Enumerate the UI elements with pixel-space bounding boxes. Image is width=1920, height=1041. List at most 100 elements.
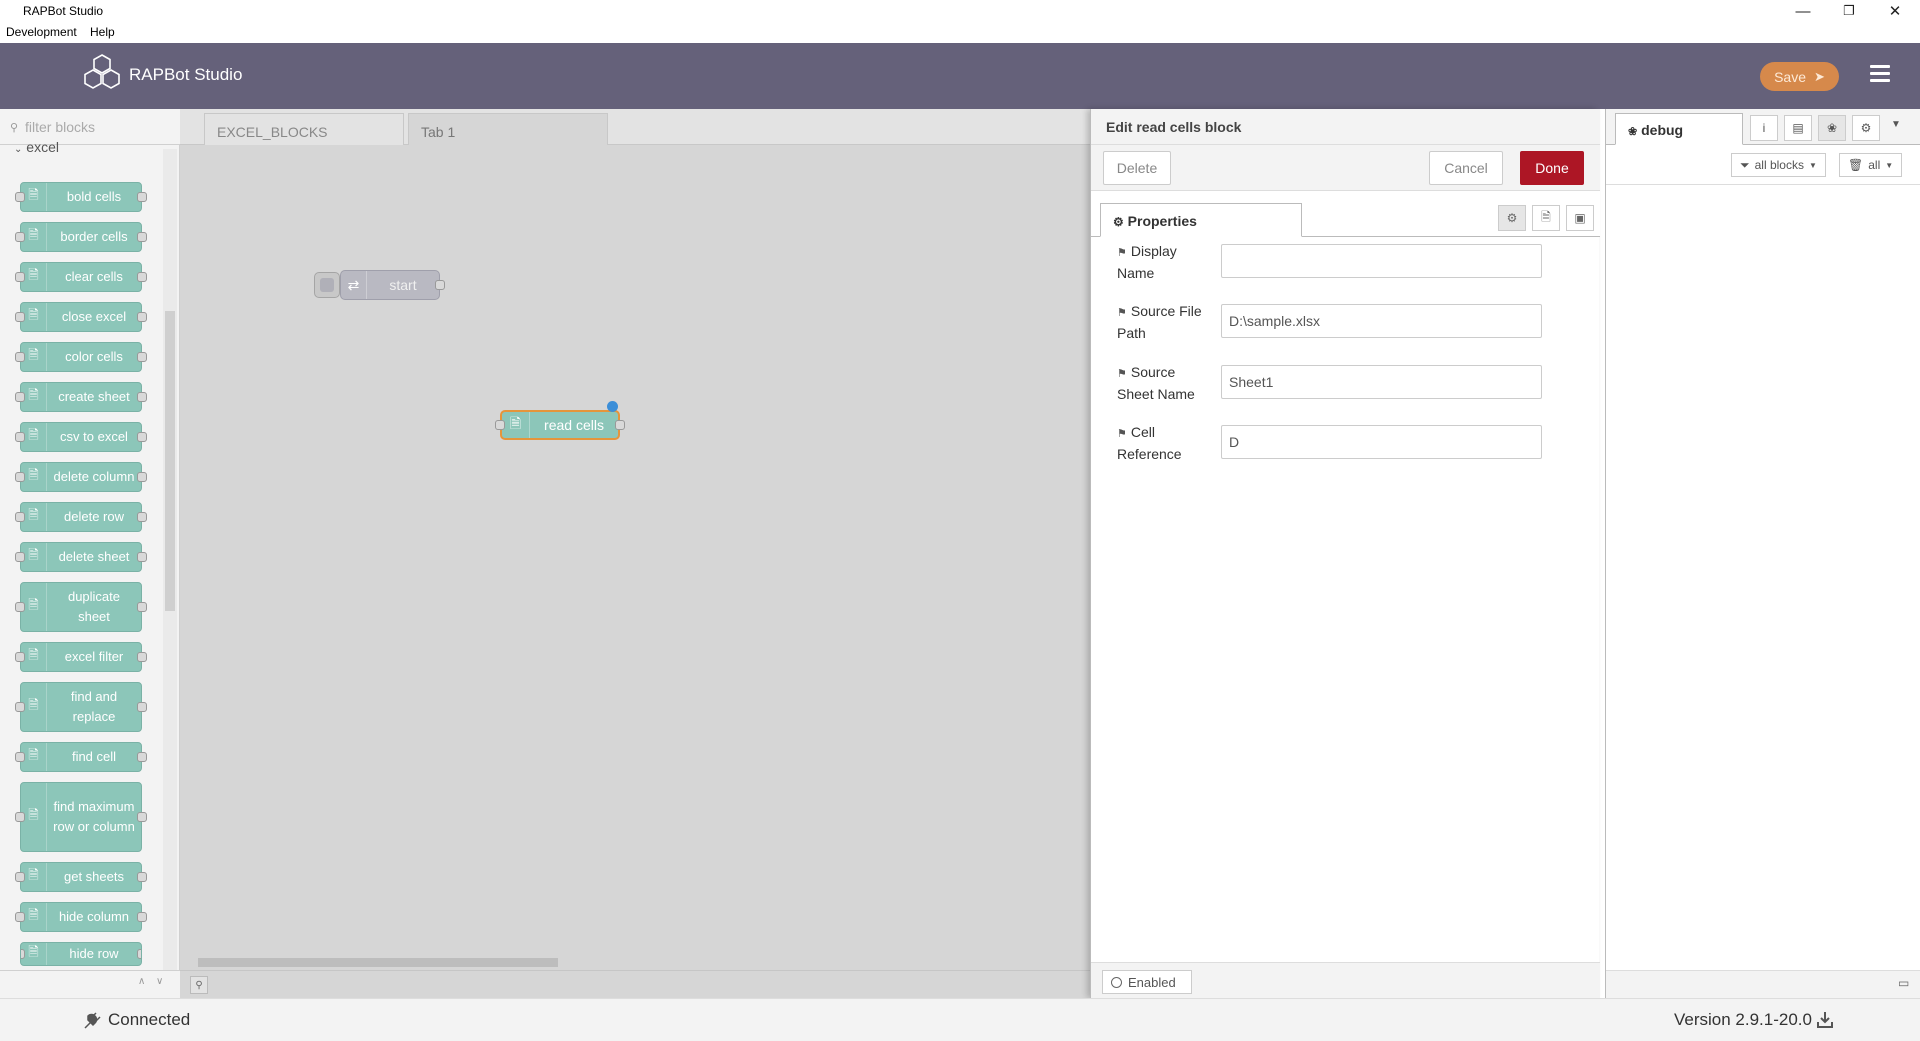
- read-cells-node[interactable]: 🗎 read cells: [495, 410, 625, 440]
- flow-canvas[interactable]: [180, 145, 1090, 963]
- palette-block[interactable]: 🗎 delete column: [15, 462, 147, 492]
- input-port[interactable]: [495, 420, 505, 430]
- properties-tab-button[interactable]: ⚙: [1498, 205, 1526, 231]
- gear-icon: ⚙: [1506, 211, 1518, 225]
- palette-block[interactable]: 🗎 close excel: [15, 302, 147, 332]
- cell-reference-input[interactable]: [1221, 425, 1542, 459]
- zoom-search-button[interactable]: ⚲: [190, 976, 208, 994]
- window-titlebar: RAPBot Studio — ❐ ✕: [0, 0, 1920, 22]
- category-label: excel: [26, 139, 59, 155]
- tray-header: Edit read cells block: [1091, 109, 1600, 145]
- sheet-name-row: ⚑ Source Sheet Name: [1091, 358, 1600, 414]
- restore-button[interactable]: ❐: [1826, 0, 1872, 22]
- workspace-footer: ⚲: [180, 970, 1090, 998]
- palette-block[interactable]: 🗎 find maximum row or column: [15, 782, 147, 852]
- menu-bar: Development Help: [0, 22, 1920, 43]
- menu-help[interactable]: Help: [90, 25, 115, 39]
- search-icon: ⚲: [10, 122, 19, 134]
- main-menu-button[interactable]: [1870, 65, 1890, 85]
- info-button[interactable]: i: [1750, 115, 1778, 141]
- info-icon: i: [1762, 121, 1766, 135]
- palette-block[interactable]: 🗎 bold cells: [15, 182, 147, 212]
- monitor-icon[interactable]: ▭: [1898, 976, 1909, 990]
- palette-block[interactable]: 🗎 border cells: [15, 222, 147, 252]
- output-port[interactable]: [435, 280, 445, 290]
- read-cells-node-label: read cells: [544, 417, 604, 433]
- palette-block[interactable]: 🗎 find and replace: [15, 682, 147, 732]
- collapse-all-icon[interactable]: ∧: [138, 976, 145, 987]
- tab-excel-blocks[interactable]: EXCEL_BLOCKS: [204, 113, 404, 145]
- cell-reference-label: ⚑ Cell Reference: [1117, 424, 1182, 462]
- caret-down-icon: ▼: [1891, 119, 1901, 130]
- done-button[interactable]: Done: [1520, 151, 1584, 185]
- minimize-button[interactable]: —: [1780, 0, 1826, 22]
- palette-scrollbar[interactable]: [163, 149, 177, 984]
- sidebar: ❀ debug i ▤ ❀ ⚙ ▼ ⏷ all blocks ▼ 🗑 all ▼…: [1605, 109, 1920, 998]
- block-palette: ⚲ filter blocks ⌄ excel 🗎 bold cells 🗎 bor…: [0, 109, 180, 998]
- connection-status: Connected: [108, 1010, 191, 1029]
- sheet-name-input[interactable]: [1221, 365, 1542, 399]
- config-button[interactable]: ⚙: [1852, 115, 1880, 141]
- cancel-button[interactable]: Cancel: [1429, 151, 1503, 185]
- document-icon: 🗎: [1541, 209, 1551, 224]
- close-window-button[interactable]: ✕: [1872, 0, 1918, 22]
- tab-properties[interactable]: ⚙ Properties: [1100, 203, 1302, 237]
- palette-block[interactable]: 🗎 hide row: [20, 942, 142, 966]
- edit-tray: Edit read cells block Delete Cancel Done…: [1090, 109, 1600, 998]
- workspace-tabs: EXCEL_BLOCKS Tab 1: [180, 109, 1090, 145]
- sidebar-footer: ▭: [1606, 970, 1920, 998]
- category-header[interactable]: ⌄ excel: [14, 139, 59, 155]
- palette-block[interactable]: 🗎 excel filter: [15, 642, 147, 672]
- display-name-input[interactable]: [1221, 244, 1542, 278]
- debug-toolbar: ⏷ all blocks ▼ 🗑 all ▼: [1606, 145, 1920, 185]
- menu-development[interactable]: Development: [6, 25, 77, 39]
- palette-block[interactable]: 🗎 get sheets: [15, 862, 147, 892]
- arrows-icon: ⇄: [341, 271, 367, 299]
- palette-block[interactable]: 🗎 csv to excel: [15, 422, 147, 452]
- tag-icon: ⚑: [1117, 368, 1127, 380]
- palette-block[interactable]: 🗎 hide column: [15, 902, 147, 932]
- tab-debug[interactable]: ❀ debug: [1615, 113, 1743, 145]
- display-name-row: ⚑ Display Name: [1091, 237, 1600, 293]
- tag-icon: ⚑: [1117, 428, 1127, 440]
- inject-button[interactable]: [314, 272, 340, 298]
- window-title: RAPBot Studio: [23, 4, 104, 18]
- appearance-tab-button[interactable]: ▣: [1566, 205, 1594, 231]
- palette-block[interactable]: 🗎 delete sheet: [15, 542, 147, 572]
- palette-block[interactable]: 🗎 clear cells: [15, 262, 147, 292]
- display-name-label: ⚑ Display Name: [1117, 243, 1177, 281]
- caret-down-icon: ▼: [1885, 160, 1894, 170]
- expand-all-icon[interactable]: ∨: [156, 976, 163, 987]
- description-tab-button[interactable]: 🗎: [1532, 205, 1560, 231]
- palette-block[interactable]: 🗎 color cells: [15, 342, 147, 372]
- filter-dropdown[interactable]: ⏷ all blocks ▼: [1731, 153, 1826, 177]
- bug-icon: ❀: [1628, 126, 1638, 138]
- download-icon[interactable]: [1816, 1010, 1834, 1030]
- enabled-toggle[interactable]: Enabled: [1102, 970, 1192, 994]
- tag-icon: ⚑: [1117, 247, 1127, 259]
- palette-footer: ∧ ∨: [0, 970, 180, 998]
- filter-placeholder: filter blocks: [25, 119, 96, 135]
- cell-reference-row: ⚑ Cell Reference: [1091, 418, 1600, 474]
- start-node-label: start: [389, 277, 417, 293]
- output-port[interactable]: [615, 420, 625, 430]
- palette-block[interactable]: 🗎 delete row: [15, 502, 147, 532]
- clear-dropdown[interactable]: 🗑 all ▼: [1839, 153, 1903, 177]
- tab-1[interactable]: Tab 1: [408, 113, 608, 145]
- hamburger-icon: [1870, 65, 1890, 68]
- source-path-label: ⚑ Source File Path: [1117, 303, 1202, 341]
- sidebar-menu-button[interactable]: ▼: [1891, 119, 1901, 130]
- save-button[interactable]: Save ➤: [1760, 62, 1839, 91]
- source-path-input[interactable]: [1221, 304, 1542, 338]
- palette-block[interactable]: 🗎 duplicate sheet: [15, 582, 147, 632]
- delete-button[interactable]: Delete: [1103, 151, 1171, 185]
- help-button[interactable]: ▤: [1784, 115, 1812, 141]
- debug-button[interactable]: ❀: [1818, 115, 1846, 141]
- workspace-scrollbar[interactable]: [180, 954, 1090, 970]
- minimize-icon: —: [1795, 2, 1811, 20]
- palette-block[interactable]: 🗎 create sheet: [15, 382, 147, 412]
- start-node[interactable]: ⇄ start: [340, 270, 445, 300]
- file-icon: 🗎: [502, 412, 530, 438]
- gear-icon: ⚙: [1860, 121, 1872, 135]
- palette-block[interactable]: 🗎 find cell: [15, 742, 147, 772]
